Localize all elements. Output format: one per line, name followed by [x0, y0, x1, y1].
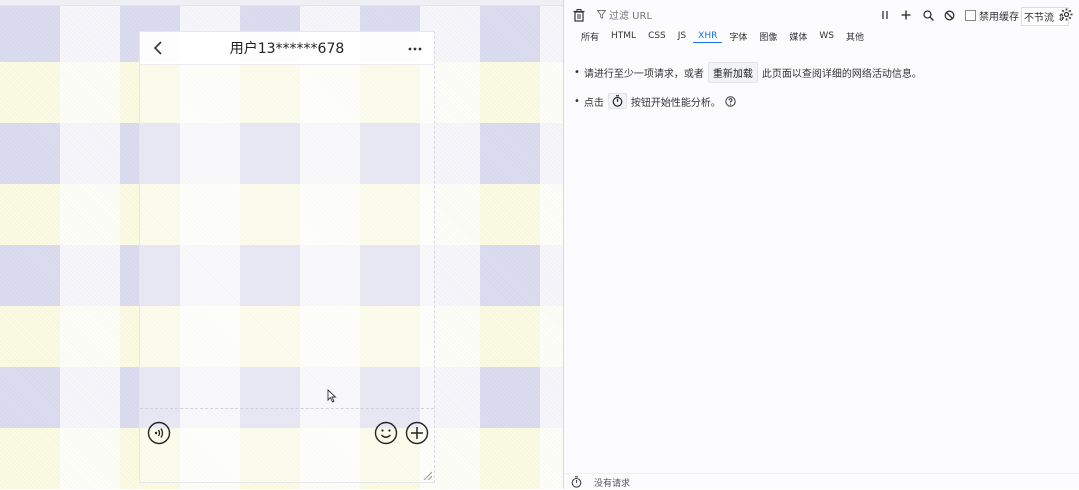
- trash-icon[interactable]: [571, 7, 587, 23]
- bullet: •: [574, 67, 580, 78]
- pause-icon[interactable]: [877, 7, 893, 23]
- chat-window: 用户13******678: [139, 31, 435, 483]
- tab-html[interactable]: HTML: [606, 30, 641, 42]
- mouse-cursor-icon: [327, 389, 337, 403]
- tab-all[interactable]: 所有: [576, 29, 604, 44]
- tab-xhr[interactable]: XHR: [693, 30, 723, 43]
- tab-other[interactable]: 其他: [841, 29, 869, 44]
- network-toolbar: 过滤 URL 禁用缓存 不节流 ⇕: [564, 4, 1079, 26]
- plus-icon[interactable]: [898, 7, 914, 23]
- filter-icon: [597, 10, 606, 19]
- devtools-network-panel: 过滤 URL 禁用缓存 不节流 ⇕ 所有 HTML CSS JS XHR 字体 …: [563, 0, 1079, 489]
- throttling-value: 不节流: [1024, 13, 1054, 24]
- disable-cache-toggle[interactable]: 禁用缓存: [965, 8, 1019, 23]
- bullet: •: [574, 95, 580, 107]
- reload-hint: • 请进行至少一项请求，或者 重新加载 此页面以查阅详细的网络活动信息。: [574, 62, 922, 83]
- tab-css[interactable]: CSS: [643, 30, 671, 42]
- voice-icon[interactable]: [147, 421, 171, 445]
- tab-fonts[interactable]: 字体: [724, 29, 752, 44]
- request-count-status: 没有请求: [594, 478, 631, 489]
- viewport-top-strip: [0, 0, 563, 6]
- reload-hint-after: 此页面以查阅详细的网络活动信息。: [761, 69, 922, 80]
- gear-icon[interactable]: [1058, 6, 1074, 22]
- disable-cache-label: 禁用缓存: [979, 12, 1019, 23]
- tab-ws[interactable]: WS: [814, 30, 839, 42]
- performance-hint-before: 点击: [583, 97, 604, 109]
- stopwatch-icon: [612, 95, 623, 107]
- help-icon[interactable]: [725, 95, 736, 107]
- chevron-left-icon[interactable]: [150, 39, 168, 57]
- filter-url-input[interactable]: 过滤 URL: [597, 7, 652, 22]
- network-status-bar: 没有请求: [564, 473, 1079, 490]
- chat-header: 用户13******678: [140, 32, 434, 65]
- disable-cache-checkbox[interactable]: [965, 10, 976, 21]
- input-divider: [140, 408, 434, 410]
- reload-hint-before: 请进行至少一项请求，或者: [583, 69, 704, 80]
- plus-circle-icon[interactable]: [405, 421, 429, 445]
- request-type-tabs: 所有 HTML CSS JS XHR 字体 图像 媒体 WS 其他: [564, 28, 1079, 44]
- smiley-icon[interactable]: [374, 421, 398, 445]
- search-icon[interactable]: [920, 7, 936, 23]
- stopwatch-icon[interactable]: [571, 476, 582, 488]
- performance-hint: • 点击 按钮开始性能分析。: [574, 93, 736, 109]
- page-viewport: 用户13******678: [0, 0, 563, 489]
- tab-js[interactable]: JS: [673, 30, 691, 42]
- reload-button[interactable]: 重新加载: [707, 62, 758, 83]
- more-dots-icon[interactable]: [406, 40, 424, 56]
- performance-button[interactable]: [607, 93, 627, 109]
- filter-url-placeholder: 过滤 URL: [609, 11, 653, 22]
- performance-hint-after: 按钮开始性能分析。: [630, 97, 721, 109]
- tab-media[interactable]: 媒体: [784, 29, 812, 44]
- tab-images[interactable]: 图像: [754, 29, 782, 44]
- resize-handle-icon[interactable]: [422, 470, 432, 480]
- block-requests-icon[interactable]: [941, 7, 957, 23]
- chat-title: 用户13******678: [229, 41, 345, 57]
